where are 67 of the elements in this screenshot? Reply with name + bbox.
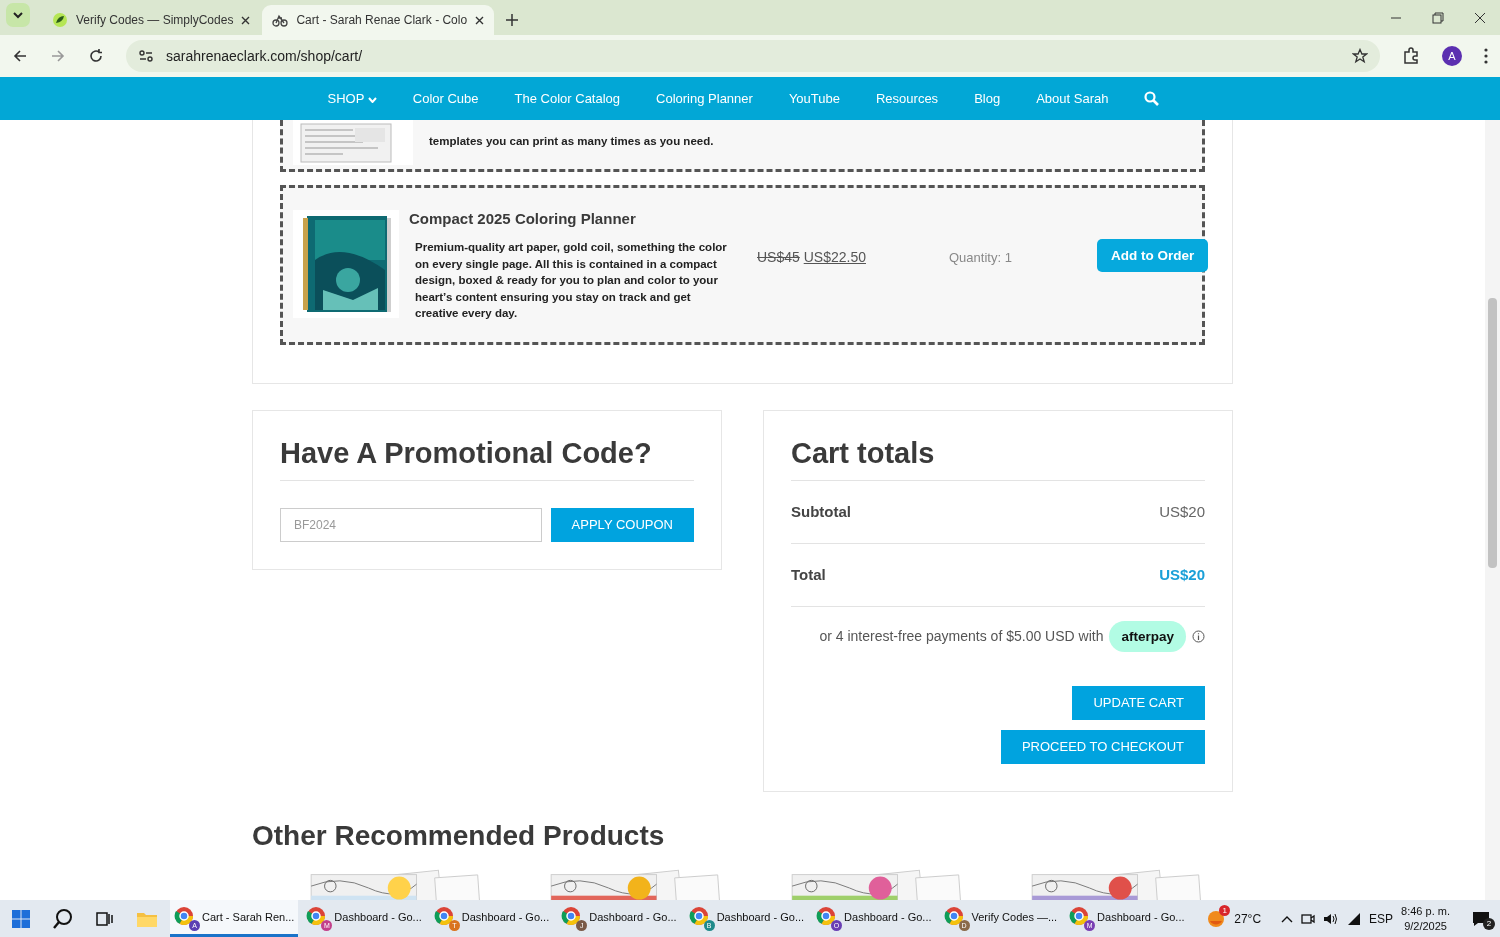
search-icon[interactable] [52,907,74,930]
language-indicator[interactable]: ESP [1369,911,1394,926]
totals-label: Subtotal [791,503,851,520]
chevron-down-icon [13,11,23,19]
clock[interactable]: 8:46 p. m. 9/2/2025 [1401,903,1450,934]
close-icon[interactable] [1474,11,1486,24]
app-label: Dashboard - Go... [844,911,932,923]
browser-icon [174,906,194,926]
chevron-down-icon [367,97,377,103]
quantity-label: Quantity: 1 [949,250,1013,265]
scrollbar[interactable] [1485,120,1500,900]
totals-amount: US$20 [1159,503,1205,520]
browser-tab[interactable]: Cart - Sarah Renae Clark - Colo [262,5,495,35]
close-icon[interactable] [241,15,251,25]
windows-logo-icon[interactable] [12,909,30,928]
site-settings-icon[interactable] [138,48,154,64]
app-label: Dashboard - Go... [589,911,677,923]
info-icon[interactable] [1192,629,1205,643]
browser-icon [561,906,582,926]
tab-title: Verify Codes — SimplyCodes [76,13,234,27]
section-heading: Cart totals [791,436,1205,481]
reload-icon[interactable] [88,48,104,64]
close-icon[interactable] [475,15,485,25]
tab-search-button[interactable] [6,3,30,27]
back-icon[interactable] [12,48,28,64]
app-label: Verify Codes —... [971,911,1058,923]
app-label: Dashboard - Go... [461,911,550,923]
new-tab-icon[interactable] [506,14,519,26]
product-title[interactable]: Compact 2025 Coloring Planner [409,210,1209,227]
task-view-icon[interactable] [96,909,114,928]
browser-icon [688,906,709,926]
puzzle-icon[interactable] [1402,47,1420,65]
section-heading: Have A Promotional Code? [280,436,694,481]
browser-icon [433,906,454,926]
app-label: Dashboard - Go... [334,911,422,923]
temperature-text: 27°C [1234,911,1262,926]
coupon-input[interactable]: BF2024 [280,507,542,542]
star-icon[interactable] [1352,48,1368,64]
alert-badge: 1 [1219,904,1231,916]
totals-amount: US$20 [1159,566,1205,583]
browser-icon [816,906,837,926]
afterpay-badge[interactable]: afterpay [1109,620,1186,652]
original-price: US$45 [757,249,800,265]
browser-tab[interactable]: Verify Codes — SimplyCodes [42,5,261,35]
restore-icon[interactable] [1432,11,1444,24]
product-description: templates you can print as many times as you need. [428,133,714,149]
app-label: Dashboard - Go... [716,911,805,923]
leaf-icon [52,12,68,28]
profile-avatar[interactable]: A [1442,46,1462,66]
forward-icon[interactable] [50,48,66,64]
address-bar[interactable]: sarahrenaeclark.com/shop/cart/ [126,40,1380,72]
product-description: Premium-quality art paper, gold coil, something the color on every single page. All this is contained in a compact design, boxed & ready for you to plan and color to your heart’s content ensuring you stay on track and get creative every day. [414,240,728,321]
url-text: sarahrenaeclark.com/shop/cart/ [166,48,364,64]
speaker-icon[interactable] [1323,911,1340,926]
section-heading: Other Recommended Products [252,819,666,852]
browser-icon [1069,906,1090,926]
sale-price: US$22.50 [803,249,866,265]
app-label: Dashboard - Go... [1097,911,1185,923]
browser-icon [943,906,964,926]
chevron-up-icon[interactable] [1281,914,1294,923]
totals-label: Total [791,566,826,583]
app-label: Cart - Sarah Ren... [202,911,295,923]
more-icon[interactable] [1484,48,1488,64]
installments-text: or 4 interest-free payments of $5.00 USD with [819,628,1104,644]
bicycle-icon [272,12,289,28]
weather-icon[interactable] [1206,908,1227,929]
tab-title: Cart - Sarah Renae Clark - Colo [296,13,468,27]
